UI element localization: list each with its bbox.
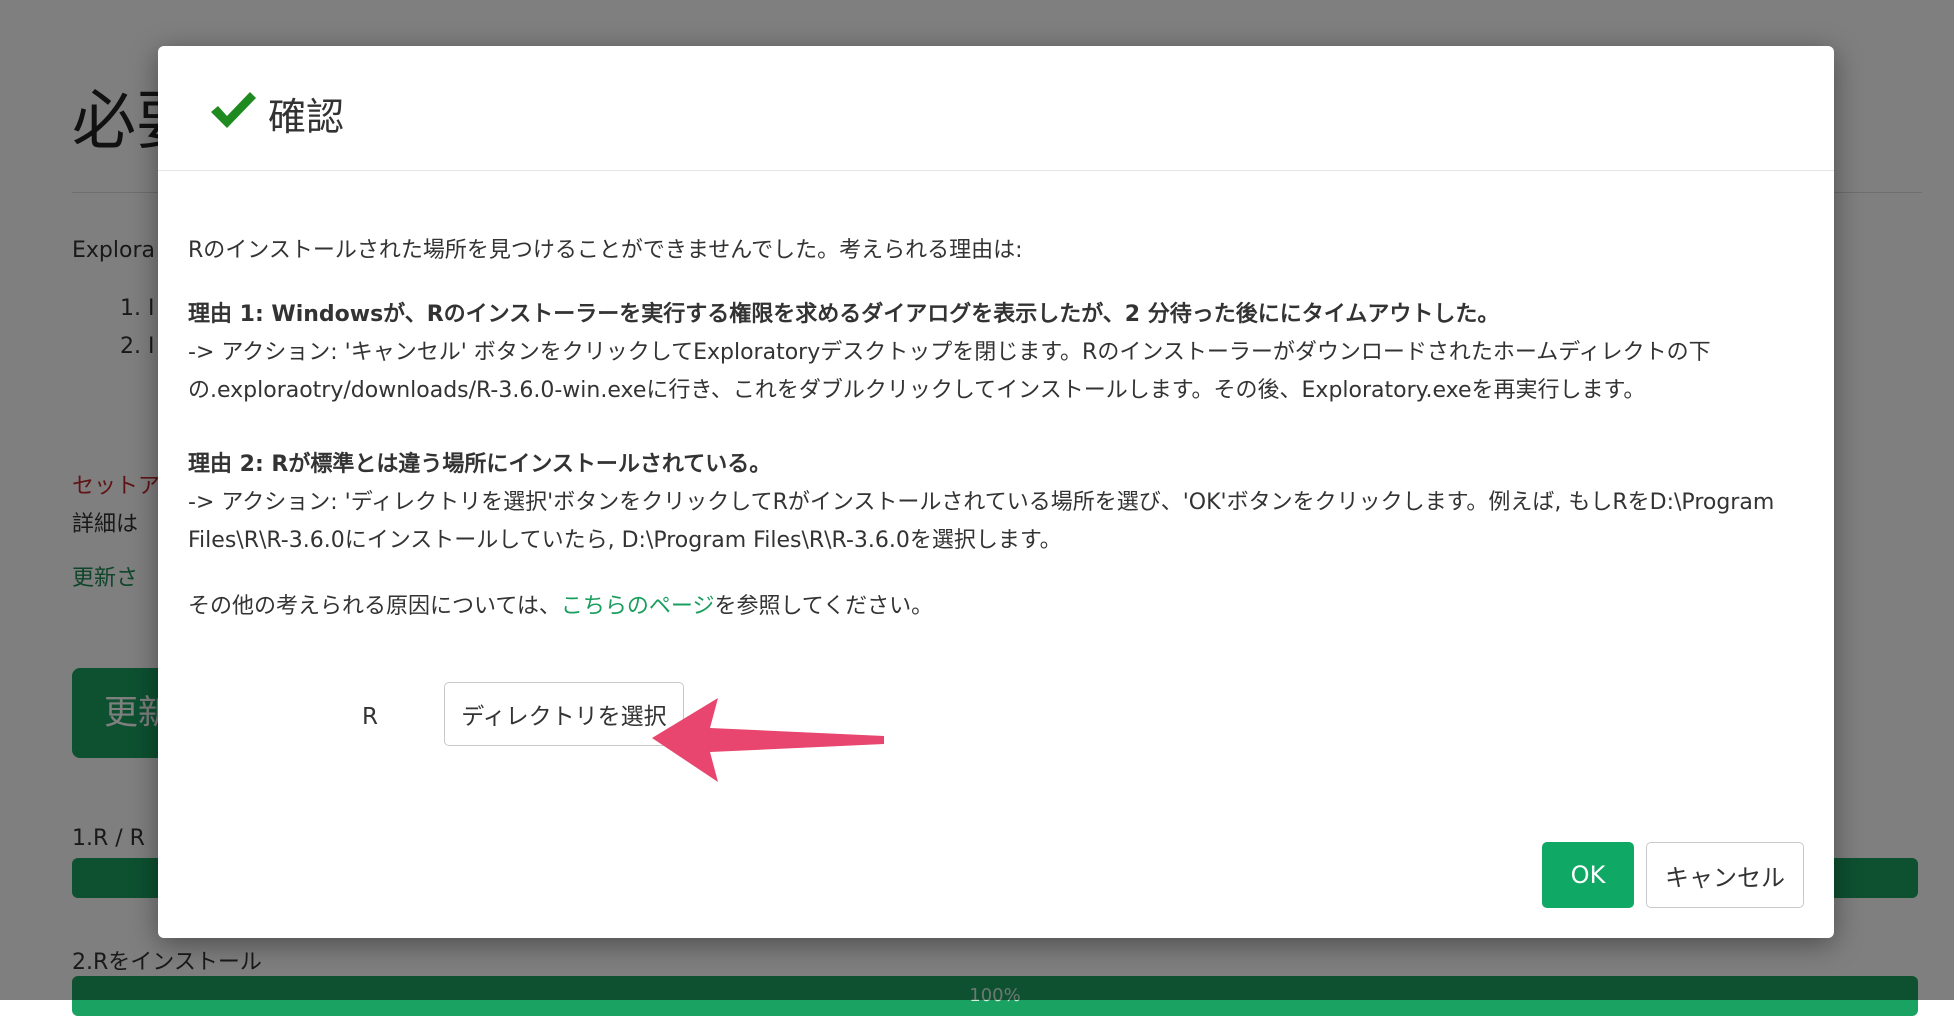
dialog-footer: OK キャンセル — [1542, 842, 1804, 908]
r-label: R — [362, 704, 378, 730]
intro-message: Rのインストールされた場所を見つけることができませんでした。考えられる理由は: — [188, 238, 1023, 263]
reason-1-action-line: の.exploraotry/downloads/R-3.6.0-win.exeに… — [188, 378, 1646, 403]
r-row: R ディレクトリを選択 — [188, 682, 1808, 752]
dialog-header: 確認 — [158, 46, 1834, 171]
reason-1-action-line: -> アクション: 'キャンセル' ボタンをクリックしてExploratoryデ… — [188, 340, 1711, 365]
check-icon — [211, 92, 256, 128]
dialog-body: Rのインストールされた場所を見つけることができませんでした。考えられる理由は: … — [188, 232, 1808, 626]
reason-2-action-line: -> アクション: 'ディレクトリを選択'ボタンをクリックしてRがインストールさ… — [188, 490, 1775, 515]
dialog-title: 確認 — [268, 95, 345, 139]
other-causes-prefix: その他の考えられる原因については、 — [188, 594, 561, 619]
reason-1: 理由 1: Windowsが、Rのインストーラーを実行する権限を求めるダイアログ… — [188, 296, 1808, 410]
other-causes: その他の考えられる原因については、こちらのページを参照してください。 — [188, 588, 1808, 626]
other-causes-suffix: を参照してください。 — [714, 594, 934, 619]
confirm-dialog: 確認 Rのインストールされた場所を見つけることができませんでした。考えられる理由… — [158, 46, 1834, 938]
annotation-arrow-icon — [652, 698, 884, 782]
reason-2: 理由 2: Rが標準とは違う場所にインストールされている。 -> アクション: … — [188, 446, 1808, 560]
cancel-button[interactable]: キャンセル — [1646, 842, 1804, 908]
reason-2-title: 理由 2: Rが標準とは違う場所にインストールされている。 — [188, 452, 772, 477]
reason-1-title: 理由 1: Windowsが、Rのインストーラーを実行する権限を求めるダイアログ… — [188, 302, 1500, 327]
reason-2-action-line: Files\R\R-3.6.0にインストールしていたら, D:\Program … — [188, 528, 1062, 553]
ok-button[interactable]: OK — [1542, 842, 1634, 908]
help-page-link[interactable]: こちらのページ — [561, 594, 715, 619]
